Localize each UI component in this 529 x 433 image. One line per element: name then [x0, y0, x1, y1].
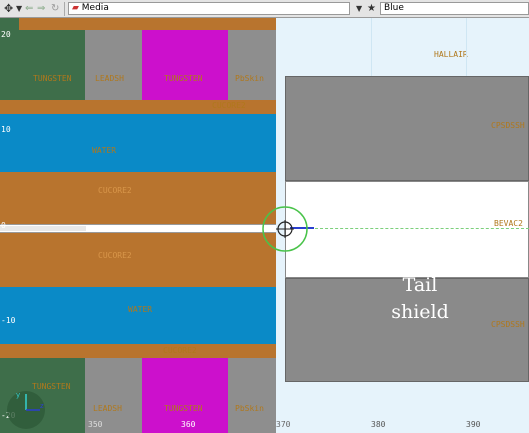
annotation-line-1: Tail [402, 274, 438, 296]
hallair-lower [276, 382, 529, 433]
toolbar: ✥ ▼ ⇐ ⇒ ↻ ▰ Media ▼ ★ Blue [0, 0, 529, 18]
tungsten-top-label: TUNGSTEN [33, 74, 72, 83]
svg-text:z: z [40, 402, 44, 410]
x-tick-380: 380 [371, 420, 386, 429]
crosshair-cursor-icon[interactable] [255, 206, 315, 252]
cucore2-thin-top-label: CUCORE2 [212, 101, 246, 110]
water-band-bottom: WATER [0, 287, 276, 344]
beam-pipe-inner [0, 226, 86, 231]
pbskin-top-label: PbSkin [235, 74, 264, 83]
cpsdssh-bottom-label: CPSDSSH [491, 320, 525, 329]
dropdown-arrow-icon[interactable]: ▼ [16, 2, 22, 15]
y-tick-0: 0 [1, 221, 6, 230]
beam-axis-line [310, 228, 529, 229]
back-icon[interactable]: ⇐ [25, 2, 33, 15]
cpsdssh-top-label: CPSDSSH [491, 121, 525, 130]
y-tick-10: 10 [1, 125, 11, 134]
magenta-block-top: TUNGSTEN [142, 30, 228, 100]
star-icon[interactable]: ★ [367, 2, 376, 15]
y-tick-20: 20 [1, 30, 11, 39]
x-tick-350: 350 [88, 420, 103, 429]
forward-icon[interactable]: ⇒ [37, 2, 45, 15]
leadsh-bottom-label: LEADSH [93, 404, 122, 413]
leadsh-block-top: LEADSH [85, 30, 142, 100]
x-tick-370: 370 [276, 420, 291, 429]
x-tick-360: 360 [181, 420, 196, 429]
toolbar-separator [64, 2, 65, 16]
cucore2-top-label: CUCORE2 [98, 186, 132, 195]
leadsh-top-label: LEADSH [95, 74, 124, 83]
cucore2-bottom: CUCORE2 [0, 233, 276, 287]
pbskin-block-bottom: PbSkin [228, 358, 276, 433]
svg-text:y: y [16, 391, 20, 399]
pbskin-bottom-label: PbSkin [235, 404, 264, 413]
move-icon[interactable]: ✥ [4, 2, 13, 15]
cucore2-top: CUCORE2 [0, 172, 276, 224]
cucore2-bottom-label: CUCORE2 [98, 251, 132, 260]
bevac2-label: BEVAC2 [494, 219, 523, 228]
cucore2-thin-top: CUCORE2 [0, 100, 276, 114]
bevac2-region: BEVAC2 [285, 181, 529, 278]
tungsten-block-top: TUNGSTEN [19, 30, 85, 100]
magenta-top-label: TUNGSTEN [164, 74, 203, 83]
annotation-line-2: shield [391, 301, 449, 323]
media-label: Media [81, 3, 109, 13]
pbskin-block-top: PbSkin [228, 30, 276, 100]
tail-shield-top: CPSDSSH [285, 76, 529, 181]
magenta-bottom-label: TUNGSTEN [164, 404, 203, 413]
axis-orientation-icon: y z [7, 391, 45, 429]
tail-shield-annotation: Tail shield [370, 272, 470, 326]
geometry-viewport[interactable]: TUNGSTEN LEADSH TUNGSTEN PbSkin CUCORE2 … [0, 18, 529, 433]
water-band-top: WATER [0, 114, 276, 172]
cucore2-thin-bottom-label: CUCORE2 [163, 346, 197, 355]
media-icon: ▰ [72, 3, 79, 13]
media-select[interactable]: ▰ Media [68, 2, 350, 15]
color-value: Blue [384, 3, 404, 13]
hallair-label: HALLAIR [434, 50, 468, 59]
water-top-label: WATER [92, 146, 117, 155]
cucore2-thin-bottom: CUCORE2 [0, 344, 276, 358]
media-dropdown-arrow-icon[interactable]: ▼ [356, 2, 362, 15]
y-tick-minus10: -10 [1, 316, 16, 325]
x-tick-390: 390 [466, 420, 481, 429]
reload-icon[interactable]: ↻ [51, 2, 59, 15]
water-bottom-label: WATER [128, 305, 153, 314]
color-select[interactable]: Blue [380, 2, 529, 15]
